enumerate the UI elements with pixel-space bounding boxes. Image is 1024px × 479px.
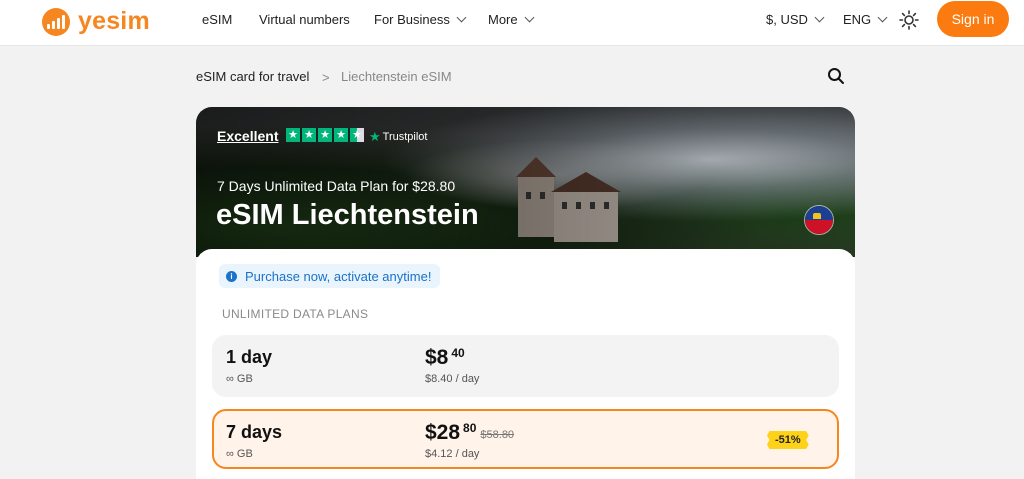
plan-price: $28 80 $58.80 <box>425 421 514 445</box>
hero-banner: Excellent ★ ★ ★ ★ ★ ★ Trustpilot 7 Days … <box>196 107 855 257</box>
section-label: UNLIMITED DATA PLANS <box>222 307 369 321</box>
price-main: $8 <box>425 346 449 369</box>
currency-selector[interactable]: $, USD <box>766 12 825 27</box>
nav-more-label: More <box>488 12 518 27</box>
language-selector[interactable]: ENG <box>843 12 888 27</box>
nav-for-business[interactable]: For Business <box>374 12 467 27</box>
star-icon: ★ <box>334 128 348 142</box>
chevron-down-icon <box>877 12 888 23</box>
old-price: $58.80 <box>480 429 515 441</box>
language-label: ENG <box>843 12 872 27</box>
chevron-down-icon <box>456 12 467 23</box>
chevron-down-icon <box>524 12 535 23</box>
plan-duration: 1 day <box>226 347 273 367</box>
breadcrumb-root[interactable]: eSIM card for travel <box>196 69 309 84</box>
plan-data: ∞ GB <box>226 448 253 460</box>
breadcrumb-separator: > <box>322 70 330 85</box>
half-star-icon: ★ <box>350 128 364 142</box>
rating-stars: ★ ★ ★ ★ ★ <box>286 128 364 142</box>
activation-notice: i Purchase now, activate anytime! <box>219 264 441 288</box>
page-title: eSIM Liechtenstein <box>216 199 479 231</box>
trustpilot-logo: ★ Trustpilot <box>369 129 427 145</box>
discount-badge: -51% <box>767 431 809 449</box>
info-icon: i <box>226 270 237 282</box>
price-cents: 40 <box>451 346 465 360</box>
nav-more[interactable]: More <box>488 12 535 27</box>
hero-subtitle: 7 Days Unlimited Data Plan for $28.80 <box>217 178 456 194</box>
star-icon: ★ <box>318 128 332 142</box>
plan-option-7-days[interactable]: 7 days ∞ GB $28 80 $58.80 $4.12 / day -5… <box>212 409 839 469</box>
nav-for-business-label: For Business <box>374 12 450 27</box>
plans-card: i Purchase now, activate anytime! UNLIMI… <box>196 249 855 479</box>
logo-text: yesim <box>78 7 150 35</box>
top-header: yesim eSIM Virtual numbers For Business … <box>0 0 1024 46</box>
chevron-down-icon <box>814 12 825 23</box>
notice-text: Purchase now, activate anytime! <box>245 268 432 284</box>
plan-data: ∞ GB <box>226 373 253 385</box>
sign-in-button[interactable]: Sign in <box>937 1 1009 37</box>
star-icon: ★ <box>302 128 316 142</box>
rating-label[interactable]: Excellent <box>217 128 278 144</box>
sun-icon[interactable] <box>899 10 919 30</box>
star-icon: ★ <box>286 128 300 142</box>
price-per-day: $4.12 / day <box>425 448 480 460</box>
logo-bars-icon <box>42 7 70 36</box>
search-icon[interactable] <box>827 67 845 85</box>
currency-label: $, USD <box>766 12 808 27</box>
price-per-day: $8.40 / day <box>425 373 480 385</box>
nav-esim[interactable]: eSIM <box>202 12 232 27</box>
plan-option-1-day[interactable]: 1 day ∞ GB $8 40 $8.40 / day <box>212 335 839 397</box>
plan-duration: 7 days <box>226 422 283 442</box>
logo[interactable]: yesim <box>42 7 150 36</box>
price-main: $28 <box>425 421 461 444</box>
trustpilot-star-icon: ★ <box>369 129 381 144</box>
breadcrumb-current: Liechtenstein eSIM <box>341 69 452 84</box>
nav-virtual-numbers-label: Virtual numbers <box>259 12 350 27</box>
plan-price: $8 40 <box>425 346 465 370</box>
price-cents: 80 <box>463 421 477 435</box>
nav-virtual-numbers[interactable]: Virtual numbers <box>259 12 350 27</box>
liechtenstein-flag-icon <box>804 205 834 235</box>
trustpilot-label: Trustpilot <box>382 131 428 143</box>
nav-esim-label: eSIM <box>202 12 233 27</box>
